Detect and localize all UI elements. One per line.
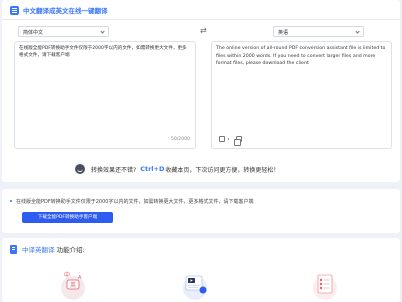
- target-language-select[interactable]: 英语: [273, 26, 364, 37]
- tip-text-before: 转换效果还不错?: [91, 166, 137, 174]
- target-text-area: The online version of all-round PDF conv…: [211, 41, 392, 149]
- feature-intro-card: 中译英翻译 功能介绍: 中 英 A: [2, 238, 400, 302]
- source-language-value: 简体中文: [23, 30, 44, 36]
- target-language-value: 英语: [278, 30, 289, 36]
- header-divider: [2, 19, 400, 20]
- smile-icon: [75, 164, 85, 174]
- source-text[interactable]: 在线版全能PDF转换助手文件仅限于2000字以内的文件，如需转换更大文件，更多格…: [19, 45, 191, 60]
- intro-accent-text: 中译英翻译: [22, 246, 55, 254]
- translated-text: The online version of all-round PDF conv…: [216, 46, 386, 67]
- bullet-dot: [10, 200, 12, 202]
- intro-rest-text: 功能介绍:: [56, 246, 85, 254]
- copy-icon[interactable]: [234, 136, 242, 146]
- notice-card: 在线版全能PDF转换助手文件仅限于2000字以内的文件，如需转换更大文件，更多格…: [2, 189, 400, 233]
- page-title: 中文翻译成英文在线一键翻译: [23, 7, 108, 15]
- checklist-illustration: [313, 274, 337, 300]
- shortcut-key: Ctrl+D: [140, 165, 165, 173]
- document-illustration: [183, 275, 207, 300]
- notice-text: 在线版全能PDF转换助手文件仅限于2000字以内的文件，如需转换更大文件，更多格…: [16, 199, 254, 205]
- chevron-down-icon: [100, 29, 105, 34]
- swap-icon[interactable]: ⇄: [200, 27, 207, 35]
- translate-illustration: 中 英 A: [61, 271, 85, 300]
- speaker-icon[interactable]: [219, 136, 229, 142]
- chevron-down-icon: [355, 29, 360, 34]
- svg-text:A: A: [78, 275, 82, 281]
- download-client-button[interactable]: 下载全能PDF转换助手客户端: [22, 212, 113, 223]
- translator-header: 中文翻译成英文在线一键翻译: [10, 5, 108, 15]
- tip-text-after: 收藏本页，下次访问更方便，转换更轻松！: [165, 166, 280, 174]
- translate-icon: [10, 5, 19, 15]
- document-icon: [10, 244, 17, 254]
- svg-text:英: 英: [70, 281, 76, 289]
- source-language-select[interactable]: 简体中文: [18, 26, 109, 37]
- bookmark-tip: 转换效果还不错? Ctrl+D 收藏本页，下次访问更方便，转换更轻松！: [75, 164, 279, 174]
- translator-card: 中文翻译成英文在线一键翻译 简体中文 ⇄ 英语 在线版全能PDF转换助手文件仅限…: [2, 0, 400, 182]
- source-text-area[interactable]: 在线版全能PDF转换助手文件仅限于2000字以内的文件，如需转换更大文件，更多格…: [14, 41, 196, 149]
- feature-intro-heading: 中译英翻译 功能介绍:: [10, 244, 85, 254]
- character-counter: 50/2000: [170, 137, 190, 142]
- svg-text:中: 中: [64, 271, 70, 279]
